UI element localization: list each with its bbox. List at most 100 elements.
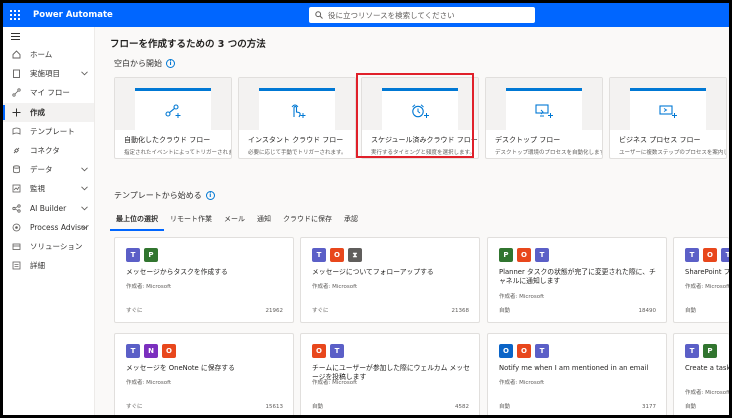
template-usage-count: 21368: [451, 308, 470, 314]
search-icon: [315, 11, 323, 19]
template-title: メッセージについてフォローアップする: [312, 268, 434, 276]
info-icon[interactable]: i: [166, 59, 175, 68]
sidebar-item-label: ホーム: [30, 50, 53, 60]
database-icon: [10, 164, 22, 176]
teams-icon: T: [535, 344, 549, 358]
create-card-desktop[interactable]: デスクトップ フロー デスクトップ環境のプロセスを自動化します。: [485, 77, 603, 159]
office-icon: O: [312, 344, 326, 358]
card-description: ユーザーに複数ステップのプロセスを案内します: [619, 150, 726, 156]
template-type: すぐに: [126, 404, 143, 410]
create-card-business-process[interactable]: ビジネス プロセス フロー ユーザーに複数ステップのプロセスを案内します: [609, 77, 727, 159]
clipboard-icon: [10, 68, 22, 80]
template-usage-count: 3177: [642, 404, 656, 410]
template-title: Planner タスクの状態が完了に変更された際に、チャネルに通知します: [499, 268, 656, 285]
template-author: 作成者: Microsoft: [685, 390, 729, 396]
template-title: メッセージからタスクを作成する: [126, 268, 228, 276]
teams-icon: T: [535, 248, 549, 262]
template-usage-count: 4582: [455, 404, 469, 410]
template-type: 自動: [685, 404, 697, 410]
tab-top-picks[interactable]: 最上位の選択: [110, 214, 164, 231]
page-title: フローを作成するための 3 つの方法: [110, 39, 266, 50]
template-author: 作成者: Microsoft: [499, 380, 545, 386]
tab-save-to-cloud[interactable]: クラウドに保存: [277, 214, 338, 231]
search-box[interactable]: 役に立つリソースを検索してください: [309, 7, 535, 23]
template-type: 自動: [312, 404, 324, 410]
sidebar-item-templates[interactable]: テンプレート: [3, 122, 94, 141]
sidebar-item-label: Process Advisor: [30, 222, 89, 232]
template-author: 作成者: Microsoft: [685, 284, 729, 290]
blank-section-label: 空白から開始: [114, 59, 162, 68]
tab-email[interactable]: メール: [218, 214, 251, 231]
template-title: Create a task in Pl... in a channel: [685, 364, 729, 372]
planner-icon: P: [144, 248, 158, 262]
teams-icon: T: [685, 248, 699, 262]
main-content: フローを作成するための 3 つの方法 空白から開始 i 自動化したクラウド フロ…: [95, 27, 729, 415]
teams-icon: T: [330, 344, 344, 358]
planner-icon: P: [499, 248, 513, 262]
template-card[interactable]: P O T Planner タスクの状態が完了に変更された際に、チャネルに通知し…: [487, 237, 667, 323]
business-flow-icon: [659, 104, 677, 118]
sidebar: ホーム 実施項目 マイ フロー 作成 テンプレート コネクタ データ 監視 AI…: [3, 27, 95, 415]
highlight-box: [356, 73, 474, 158]
ai-icon: [10, 202, 22, 214]
template-card[interactable]: T P Create a task in Pl... in a channel …: [673, 333, 729, 415]
app-window: Power Automate 役に立つリソースを検索してください ホーム 実施項…: [3, 3, 729, 415]
sidebar-item-my-flows[interactable]: マイ フロー: [3, 83, 94, 102]
automated-flow-icon: [165, 103, 181, 118]
template-card[interactable]: T P メッセージからタスクを作成する 作成者: Microsoft すぐに 2…: [114, 237, 294, 323]
sidebar-item-label: コネクタ: [30, 146, 60, 156]
card-title: 自動化したクラウド フロー: [124, 136, 211, 144]
sidebar-item-solutions[interactable]: ソリューション: [3, 237, 94, 256]
chevron-down-icon: [81, 204, 88, 213]
sidebar-item-process-advisor[interactable]: Process Advisor: [3, 218, 94, 237]
template-card[interactable]: T O T SharePoint フォルダ... 作成者: Microsoft …: [673, 237, 729, 323]
sidebar-item-create[interactable]: 作成: [3, 102, 94, 122]
sidebar-item-label: 監視: [30, 184, 45, 194]
onenote-icon: N: [144, 344, 158, 358]
office-icon: O: [162, 344, 176, 358]
template-author: 作成者: Microsoft: [312, 380, 358, 386]
template-type: すぐに: [126, 308, 143, 314]
card-title: ビジネス プロセス フロー: [619, 136, 701, 144]
card-description: 必要に応じて手動でトリガーされます。: [248, 150, 347, 156]
sidebar-item-connectors[interactable]: コネクタ: [3, 141, 94, 160]
card-description: 指定されたイベントによってトリガーされます。: [124, 150, 231, 156]
sidebar-item-ai-builder[interactable]: AI Builder: [3, 199, 94, 218]
card-title: インスタント クラウド フロー: [248, 136, 344, 144]
template-type: 自動: [499, 404, 511, 410]
create-card-automated[interactable]: 自動化したクラウド フロー 指定されたイベントによってトリガーされます。: [114, 77, 232, 159]
app-title[interactable]: Power Automate: [33, 10, 113, 20]
sidebar-item-label: 詳細: [30, 261, 45, 271]
template-card[interactable]: O T チームにユーザーが参加した際にウェルカム メッセージを投稿します 作成者…: [300, 333, 480, 415]
info-icon[interactable]: i: [205, 191, 215, 200]
template-card[interactable]: T N O メッセージを OneNote に保存する 作成者: Microsof…: [114, 333, 294, 415]
sidebar-item-monitor[interactable]: 監視: [3, 179, 94, 198]
tab-approvals[interactable]: 承認: [338, 214, 364, 231]
sidebar-item-data[interactable]: データ: [3, 160, 94, 179]
sidebar-item-home[interactable]: ホーム: [3, 45, 94, 64]
instant-flow-icon: [291, 104, 306, 118]
search-placeholder: 役に立つリソースを検索してください: [328, 10, 455, 20]
app-launcher-button[interactable]: [3, 3, 27, 27]
collapse-nav-button[interactable]: [3, 27, 94, 45]
tab-notifications[interactable]: 通知: [251, 214, 277, 231]
template-type: 自動: [685, 308, 697, 314]
teams-icon: T: [312, 248, 326, 262]
template-author: 作成者: Microsoft: [312, 284, 358, 290]
tab-remote-work[interactable]: リモート作業: [164, 214, 218, 231]
template-card[interactable]: T O ⧗ メッセージについてフォローアップする 作成者: Microsoft …: [300, 237, 480, 323]
schedule-icon: ⧗: [348, 248, 362, 262]
card-title: デスクトップ フロー: [495, 136, 561, 144]
template-title: メッセージを OneNote に保存する: [126, 364, 235, 372]
sidebar-item-action-items[interactable]: 実施項目: [3, 64, 94, 83]
hamburger-icon: [11, 32, 20, 40]
teams-icon: T: [685, 344, 699, 358]
create-card-instant[interactable]: インスタント クラウド フロー 必要に応じて手動でトリガーされます。: [238, 77, 356, 159]
template-author: 作成者: Microsoft: [126, 284, 172, 290]
template-card[interactable]: O O T Notify me when I am mentioned in a…: [487, 333, 667, 415]
connector-icon: [10, 145, 22, 157]
template-section-label: テンプレートから始める: [114, 191, 202, 200]
sidebar-item-more[interactable]: 詳細: [3, 256, 94, 275]
flow-icon: [10, 87, 22, 99]
solution-icon: [10, 240, 22, 252]
